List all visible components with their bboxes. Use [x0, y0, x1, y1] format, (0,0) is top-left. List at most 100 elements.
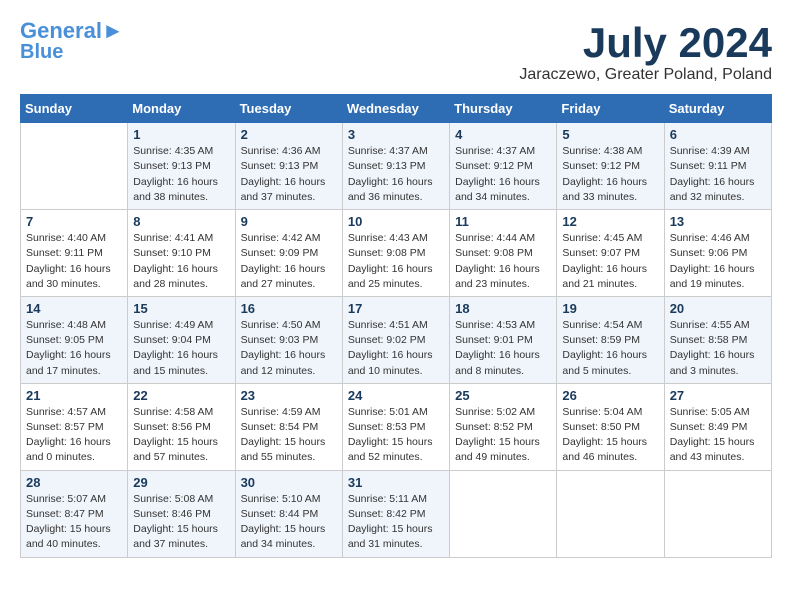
calendar-cell: 14 Sunrise: 4:48 AM Sunset: 9:05 PM Dayl… [21, 296, 128, 383]
day-info: Sunrise: 4:49 AM Sunset: 9:04 PM Dayligh… [133, 318, 229, 379]
day-number: 12 [562, 214, 658, 229]
daylight: Daylight: 15 hours and 52 minutes. [348, 436, 433, 463]
sunset: Sunset: 8:47 PM [26, 508, 104, 520]
day-info: Sunrise: 4:45 AM Sunset: 9:07 PM Dayligh… [562, 231, 658, 292]
calendar-cell: 13 Sunrise: 4:46 AM Sunset: 9:06 PM Dayl… [664, 210, 771, 297]
weekday-header-monday: Monday [128, 95, 235, 123]
sunset: Sunset: 9:08 PM [455, 247, 533, 259]
calendar-cell: 2 Sunrise: 4:36 AM Sunset: 9:13 PM Dayli… [235, 123, 342, 210]
day-number: 31 [348, 475, 444, 490]
sunset: Sunset: 8:56 PM [133, 421, 211, 433]
sunset: Sunset: 9:10 PM [133, 247, 211, 259]
location-title: Jaraczewo, Greater Poland, Poland [519, 66, 772, 84]
day-number: 5 [562, 127, 658, 142]
daylight: Daylight: 16 hours and 38 minutes. [133, 176, 218, 203]
sunrise: Sunrise: 4:55 AM [670, 319, 750, 331]
day-info: Sunrise: 5:08 AM Sunset: 8:46 PM Dayligh… [133, 492, 229, 553]
day-info: Sunrise: 4:53 AM Sunset: 9:01 PM Dayligh… [455, 318, 551, 379]
calendar-cell: 1 Sunrise: 4:35 AM Sunset: 9:13 PM Dayli… [128, 123, 235, 210]
calendar-cell: 9 Sunrise: 4:42 AM Sunset: 9:09 PM Dayli… [235, 210, 342, 297]
day-number: 17 [348, 301, 444, 316]
day-info: Sunrise: 4:35 AM Sunset: 9:13 PM Dayligh… [133, 144, 229, 205]
sunset: Sunset: 9:13 PM [133, 160, 211, 172]
day-info: Sunrise: 4:57 AM Sunset: 8:57 PM Dayligh… [26, 405, 122, 466]
sunrise: Sunrise: 4:39 AM [670, 145, 750, 157]
logo: General► Blue [20, 20, 124, 63]
logo-general: General [20, 18, 102, 43]
day-info: Sunrise: 4:41 AM Sunset: 9:10 PM Dayligh… [133, 231, 229, 292]
sunset: Sunset: 8:44 PM [241, 508, 319, 520]
daylight: Daylight: 15 hours and 31 minutes. [348, 523, 433, 550]
daylight: Daylight: 16 hours and 17 minutes. [26, 349, 111, 376]
sunset: Sunset: 8:49 PM [670, 421, 748, 433]
daylight: Daylight: 16 hours and 8 minutes. [455, 349, 540, 376]
daylight: Daylight: 16 hours and 5 minutes. [562, 349, 647, 376]
sunset: Sunset: 8:54 PM [241, 421, 319, 433]
sunset: Sunset: 8:52 PM [455, 421, 533, 433]
daylight: Daylight: 16 hours and 37 minutes. [241, 176, 326, 203]
daylight: Daylight: 16 hours and 15 minutes. [133, 349, 218, 376]
day-number: 9 [241, 214, 337, 229]
daylight: Daylight: 16 hours and 36 minutes. [348, 176, 433, 203]
day-info: Sunrise: 4:38 AM Sunset: 9:12 PM Dayligh… [562, 144, 658, 205]
sunrise: Sunrise: 4:37 AM [348, 145, 428, 157]
sunrise: Sunrise: 4:41 AM [133, 232, 213, 244]
sunrise: Sunrise: 4:35 AM [133, 145, 213, 157]
logo-text: General► [20, 20, 124, 42]
daylight: Daylight: 16 hours and 32 minutes. [670, 176, 755, 203]
daylight: Daylight: 16 hours and 27 minutes. [241, 263, 326, 290]
sunrise: Sunrise: 4:54 AM [562, 319, 642, 331]
sunset: Sunset: 9:06 PM [670, 247, 748, 259]
day-number: 16 [241, 301, 337, 316]
calendar-cell [450, 470, 557, 557]
sunrise: Sunrise: 4:51 AM [348, 319, 428, 331]
sunset: Sunset: 9:05 PM [26, 334, 104, 346]
calendar-cell: 21 Sunrise: 4:57 AM Sunset: 8:57 PM Dayl… [21, 383, 128, 470]
day-info: Sunrise: 5:05 AM Sunset: 8:49 PM Dayligh… [670, 405, 766, 466]
calendar-cell: 28 Sunrise: 5:07 AM Sunset: 8:47 PM Dayl… [21, 470, 128, 557]
day-number: 14 [26, 301, 122, 316]
calendar-cell: 18 Sunrise: 4:53 AM Sunset: 9:01 PM Dayl… [450, 296, 557, 383]
daylight: Daylight: 15 hours and 40 minutes. [26, 523, 111, 550]
sunrise: Sunrise: 5:04 AM [562, 406, 642, 418]
calendar-cell: 30 Sunrise: 5:10 AM Sunset: 8:44 PM Dayl… [235, 470, 342, 557]
calendar-week-3: 14 Sunrise: 4:48 AM Sunset: 9:05 PM Dayl… [21, 296, 772, 383]
sunrise: Sunrise: 4:59 AM [241, 406, 321, 418]
daylight: Daylight: 16 hours and 30 minutes. [26, 263, 111, 290]
daylight: Daylight: 15 hours and 55 minutes. [241, 436, 326, 463]
calendar-cell: 6 Sunrise: 4:39 AM Sunset: 9:11 PM Dayli… [664, 123, 771, 210]
day-info: Sunrise: 4:51 AM Sunset: 9:02 PM Dayligh… [348, 318, 444, 379]
day-number: 21 [26, 388, 122, 403]
calendar-cell: 31 Sunrise: 5:11 AM Sunset: 8:42 PM Dayl… [342, 470, 449, 557]
sunrise: Sunrise: 4:53 AM [455, 319, 535, 331]
month-title: July 2024 [519, 20, 772, 66]
sunrise: Sunrise: 4:37 AM [455, 145, 535, 157]
day-info: Sunrise: 4:58 AM Sunset: 8:56 PM Dayligh… [133, 405, 229, 466]
weekday-header-wednesday: Wednesday [342, 95, 449, 123]
calendar-cell [557, 470, 664, 557]
calendar-cell: 4 Sunrise: 4:37 AM Sunset: 9:12 PM Dayli… [450, 123, 557, 210]
logo-bird-icon: ► [102, 18, 124, 43]
calendar-cell: 19 Sunrise: 4:54 AM Sunset: 8:59 PM Dayl… [557, 296, 664, 383]
calendar-cell: 22 Sunrise: 4:58 AM Sunset: 8:56 PM Dayl… [128, 383, 235, 470]
weekday-header-sunday: Sunday [21, 95, 128, 123]
sunrise: Sunrise: 5:07 AM [26, 493, 106, 505]
sunset: Sunset: 9:12 PM [562, 160, 640, 172]
calendar-cell: 25 Sunrise: 5:02 AM Sunset: 8:52 PM Dayl… [450, 383, 557, 470]
calendar-cell: 29 Sunrise: 5:08 AM Sunset: 8:46 PM Dayl… [128, 470, 235, 557]
day-info: Sunrise: 5:01 AM Sunset: 8:53 PM Dayligh… [348, 405, 444, 466]
calendar-cell: 7 Sunrise: 4:40 AM Sunset: 9:11 PM Dayli… [21, 210, 128, 297]
sunrise: Sunrise: 5:01 AM [348, 406, 428, 418]
day-info: Sunrise: 4:36 AM Sunset: 9:13 PM Dayligh… [241, 144, 337, 205]
day-info: Sunrise: 4:50 AM Sunset: 9:03 PM Dayligh… [241, 318, 337, 379]
calendar-week-5: 28 Sunrise: 5:07 AM Sunset: 8:47 PM Dayl… [21, 470, 772, 557]
day-number: 30 [241, 475, 337, 490]
day-number: 23 [241, 388, 337, 403]
weekday-header-saturday: Saturday [664, 95, 771, 123]
day-info: Sunrise: 4:39 AM Sunset: 9:11 PM Dayligh… [670, 144, 766, 205]
day-number: 6 [670, 127, 766, 142]
sunset: Sunset: 9:01 PM [455, 334, 533, 346]
day-info: Sunrise: 4:43 AM Sunset: 9:08 PM Dayligh… [348, 231, 444, 292]
daylight: Daylight: 16 hours and 12 minutes. [241, 349, 326, 376]
sunset: Sunset: 8:59 PM [562, 334, 640, 346]
